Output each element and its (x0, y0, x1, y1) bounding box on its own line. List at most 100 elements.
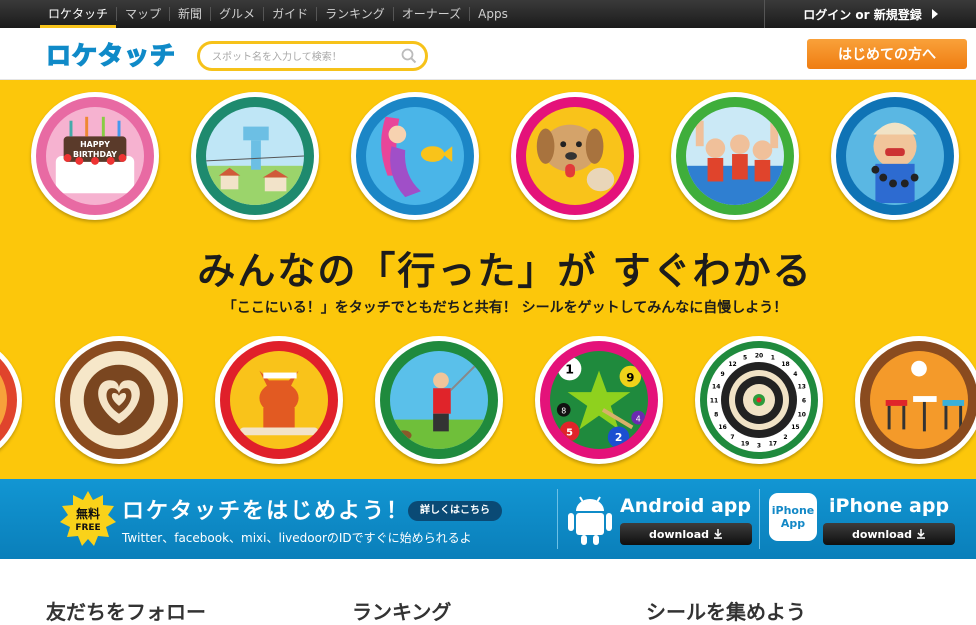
hero-headline: みんなの「行った」が すぐわかる (197, 249, 813, 293)
band-divider (557, 489, 558, 549)
badge-cheering-crowd (671, 92, 799, 220)
details-link[interactable]: 詳しくはこちら (408, 501, 502, 521)
band-divider-2 (759, 489, 760, 549)
dart-number: 3 (757, 443, 761, 450)
section-heading-ranking: ランキング (352, 600, 452, 624)
badge-water-tower (191, 92, 319, 220)
dart-number: 6 (802, 398, 806, 405)
nav-item-news[interactable]: 新聞 (169, 7, 210, 21)
first-timer-button[interactable]: はじめての方へ (807, 39, 967, 69)
badge-billiards: 1 9 8 5 2 4 (535, 336, 663, 464)
dart-number: 4 (793, 371, 797, 378)
band-subtitle: Twitter、facebook、mixi、livedoorのIDですぐに始めら… (122, 531, 472, 545)
iphone-app-title: iPhone app (829, 495, 950, 517)
iphone-app-block: iPhone App iPhone app download (769, 489, 959, 551)
ball-1: 1 (565, 363, 574, 378)
dart-number: 18 (781, 361, 789, 368)
nav-item-gourmet[interactable]: グルメ (210, 7, 263, 21)
section-heading-follow: 友だちをフォロー (46, 600, 206, 624)
latte-icon (83, 364, 155, 436)
search-input[interactable] (212, 48, 392, 66)
cake-icon: HAPPY BIRTHDAY (55, 116, 135, 194)
free-badge-ja: 無料 (76, 506, 100, 521)
badge-latte-art (55, 336, 183, 464)
golfer-icon (390, 364, 488, 449)
badge-cafe-chairs (855, 336, 976, 464)
dart-number: 15 (791, 424, 799, 431)
iphone-download-label: download (851, 527, 913, 541)
dart-number: 20 (755, 353, 763, 360)
dart-number: 16 (718, 424, 726, 431)
iphone-app-icon: iPhone App (769, 493, 817, 541)
ball-9: 9 (626, 370, 634, 384)
badge-mermaid (351, 92, 479, 220)
badge-birthday-cake: HAPPY BIRTHDAY (31, 92, 159, 220)
android-app-block: Android app download (566, 489, 756, 551)
billiard-icon: 1 9 8 5 2 4 (556, 356, 646, 449)
dart-number: 5 (743, 355, 747, 362)
nav-item-locatouch[interactable]: ロケタッチ (40, 7, 117, 28)
hero-subline: 「ここにいる！」をタッチでともだちと共有！ シールをゲットしてみんなに自慢しよう… (222, 300, 788, 316)
ball-4: 4 (636, 415, 641, 424)
band-title: ロケタッチをはじめよう！ (122, 499, 411, 524)
ball-2: 2 (615, 431, 623, 444)
download-icon (917, 529, 926, 539)
nav-item-map[interactable]: マップ (116, 7, 169, 21)
cafe-icon (885, 360, 965, 432)
start-band: 無料 FREE ロケタッチをはじめよう！ 詳しくはこちら Twitter、fac… (0, 479, 976, 559)
dart-number: 12 (728, 361, 736, 368)
dart-number: 13 (798, 384, 806, 391)
cake-text-birthday: BIRTHDAY (73, 150, 117, 159)
search-box (197, 41, 428, 71)
free-badge-en: FREE (75, 523, 100, 533)
dart-number: 8 (714, 411, 718, 418)
dart-number: 11 (710, 398, 718, 405)
download-icon (714, 529, 723, 539)
crowd-icon (686, 120, 784, 205)
android-app-title: Android app (620, 495, 752, 517)
header: ロケタッチ はじめての方へ (0, 28, 976, 80)
badge-monk (831, 92, 959, 220)
monk-icon (871, 122, 919, 204)
nav-item-owners[interactable]: オーナーズ (392, 7, 469, 21)
nav-item-ranking[interactable]: ランキング (316, 7, 393, 21)
section-heading-stickers: シールを集めよう (646, 600, 806, 624)
android-download-button[interactable]: download (620, 523, 752, 545)
mermaid-icon (381, 116, 453, 198)
dartboard-icon: 20 1 18 413 6 10 15 2 17 3 19 7 168 11 14912 5 (710, 353, 806, 450)
dog-icon (536, 124, 615, 192)
ball-8: 8 (561, 407, 566, 416)
top-nav: ロケタッチ マップ 新聞 グルメ ガイド ランキング オーナーズ Apps ログ… (0, 0, 976, 28)
login-label: ログイン or 新規登録 (803, 7, 922, 22)
badge-dog (511, 92, 639, 220)
dart-number: 14 (712, 384, 720, 391)
login-button[interactable]: ログイン or 新規登録 (764, 0, 976, 28)
logo-text: ロケタッチ (45, 40, 177, 71)
dart-number: 19 (741, 440, 749, 447)
badge-dartboard: 20 1 18 4 13 6 10 15 2 17 3 19 7 16 8 11 14 9 12 5 (695, 336, 823, 464)
dart-number: 9 (721, 371, 725, 378)
android-download-label: download (648, 527, 710, 541)
ball-5: 5 (566, 427, 573, 438)
fox-icon (239, 370, 319, 436)
android-icon (568, 496, 612, 545)
badge-fox-baker (215, 336, 343, 464)
nav-items: ロケタッチ マップ 新聞 グルメ ガイド ランキング オーナーズ Apps (40, 0, 516, 28)
cake-text-happy: HAPPY (80, 140, 110, 149)
iphone-download-button[interactable]: download (823, 523, 955, 545)
hero-banner: HAPPY BIRTHDAY みんなの「行った」が すぐわかる 「ここにいる！」… (0, 80, 976, 479)
nav-item-guide[interactable]: ガイド (263, 7, 316, 21)
nav-item-apps[interactable]: Apps (469, 7, 516, 21)
free-starburst-icon: 無料 FREE (60, 491, 116, 546)
search-icon[interactable] (401, 48, 417, 64)
dart-number: 1 (771, 355, 775, 362)
dart-number: 17 (769, 440, 777, 447)
badge-golfer (375, 336, 503, 464)
water-tower-icon (206, 126, 304, 205)
arrow-right-icon (931, 9, 938, 19)
dart-number: 2 (783, 434, 787, 441)
logo[interactable]: ロケタッチ (45, 38, 177, 71)
dart-number: 10 (798, 411, 806, 418)
dart-number: 7 (730, 434, 734, 441)
badge-partial-left (0, 336, 22, 464)
